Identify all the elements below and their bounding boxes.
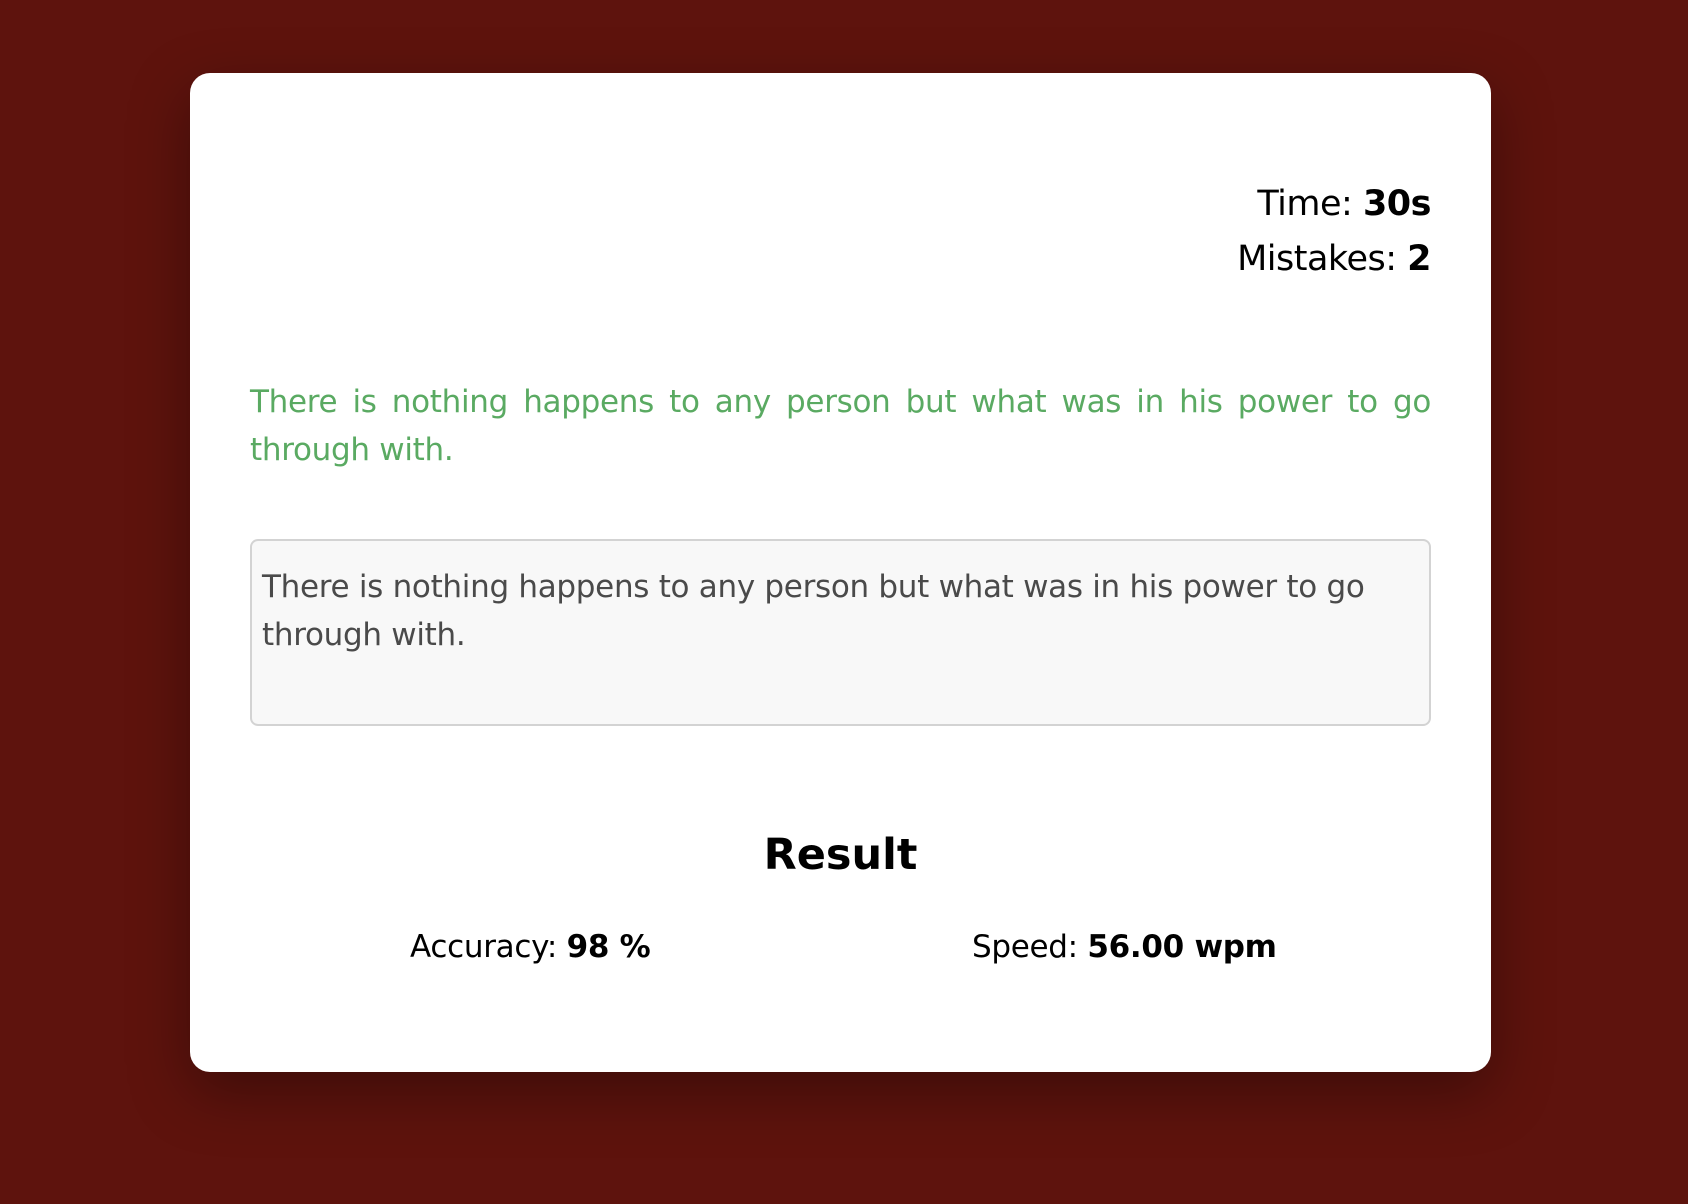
typing-test-card: Time: 30s Mistakes: 2 There is nothing h… xyxy=(190,73,1491,1072)
time-value: 30s xyxy=(1362,184,1432,224)
mistakes-label: Mistakes: xyxy=(1237,239,1408,279)
time-label: Time: xyxy=(1257,184,1363,224)
typing-input[interactable]: There is nothing happens to any person b… xyxy=(250,539,1431,726)
quote-text: There is nothing happens to any person b… xyxy=(250,384,1431,468)
accuracy-label: Accuracy: xyxy=(410,929,567,965)
speed-label: Speed: xyxy=(972,929,1088,965)
speed-value: 56.00 wpm xyxy=(1087,929,1277,965)
mistakes-value: 2 xyxy=(1407,239,1431,279)
result-title: Result xyxy=(763,830,918,880)
mistakes-stat: Mistakes: 2 xyxy=(1237,232,1431,287)
accuracy-stat: Accuracy: 98 % xyxy=(410,923,651,971)
accuracy-value: 98 % xyxy=(566,929,651,965)
time-stat: Time: 30s xyxy=(1237,177,1431,232)
speed-stat: Speed: 56.00 wpm xyxy=(972,923,1277,971)
stats-panel: Time: 30s Mistakes: 2 xyxy=(1237,177,1431,287)
